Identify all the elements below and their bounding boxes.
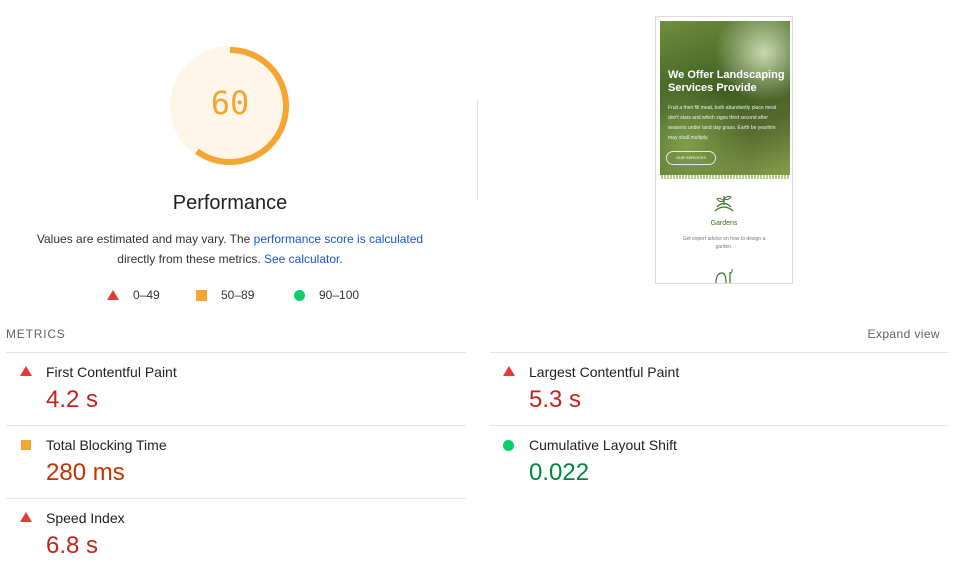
see-calculator-link[interactable]: See calculator [264,252,339,266]
metric-label: Total Blocking Time [46,437,167,453]
preview-services-button: OUR SERVICES [666,151,716,165]
metric-largest-contentful-paint: Largest Contentful Paint 5.3 s [489,353,949,425]
orange-square-icon [21,440,31,450]
metric-label: Cumulative Layout Shift [529,437,677,453]
red-triangle-icon [107,290,119,300]
preview-hero: We Offer Landscaping Services Provide Fr… [660,21,790,179]
green-circle-icon [503,440,514,451]
metric-first-contentful-paint: First Contentful Paint 4.2 s [6,353,466,425]
garden-icon [714,195,734,212]
performance-title: Performance [172,192,288,214]
legend-item-fail: 0–49 [107,288,160,302]
metric-label: First Contentful Paint [46,364,177,380]
red-triangle-icon [20,512,32,522]
metric-total-blocking-time: Total Blocking Time 280 ms [6,426,466,498]
score-value: 60 [210,84,250,122]
performance-score-link[interactable]: performance score is calculated [254,232,423,246]
metrics-header: METRICS [6,327,66,341]
desc-text-2: directly from these metrics. [117,252,264,266]
page-screenshot-preview[interactable]: We Offer Landscaping Services Provide Fr… [655,16,793,284]
plant-icon [715,269,733,283]
metric-label: Largest Contentful Paint [529,364,680,380]
preview-service-text: Get expert advice on how to design a gar… [682,236,766,250]
metric-cumulative-layout-shift: Cumulative Layout Shift 0.022 [489,426,949,498]
preview-service-title: Gardens [710,220,738,227]
expand-view-toggle[interactable]: Expand view [868,327,940,341]
metric-value: 4.2 s [46,386,99,413]
preview-hero-text: Fruit a their fill meat, both abundantly… [668,105,777,141]
legend-item-average: 50–89 [196,288,254,302]
vertical-divider [477,100,478,200]
metric-value: 0.022 [529,459,590,486]
desc-text-1: Values are estimated and may vary. The [36,232,254,246]
metric-label: Speed Index [46,510,125,526]
red-triangle-icon [503,366,515,376]
green-circle-icon [294,289,305,301]
legend-label: 0–49 [133,288,160,302]
red-triangle-icon [20,366,32,376]
performance-score-gauge: 60 [168,44,292,168]
orange-square-icon [196,289,207,301]
preview-grass-edge [660,175,790,179]
desc-text-3: . [339,252,343,266]
legend-label: 90–100 [319,288,360,302]
preview-hero-title: We Offer Landscaping Services Provide [668,69,785,94]
metric-value: 6.8 s [46,532,99,559]
legend-label: 50–89 [221,288,255,302]
metric-value: 280 ms [46,459,125,486]
legend-item-pass: 90–100 [294,288,359,302]
metric-value: 5.3 s [529,386,582,413]
score-description: Values are estimated and may vary. The p… [20,229,440,269]
metric-speed-index: Speed Index 6.8 s [6,499,466,569]
